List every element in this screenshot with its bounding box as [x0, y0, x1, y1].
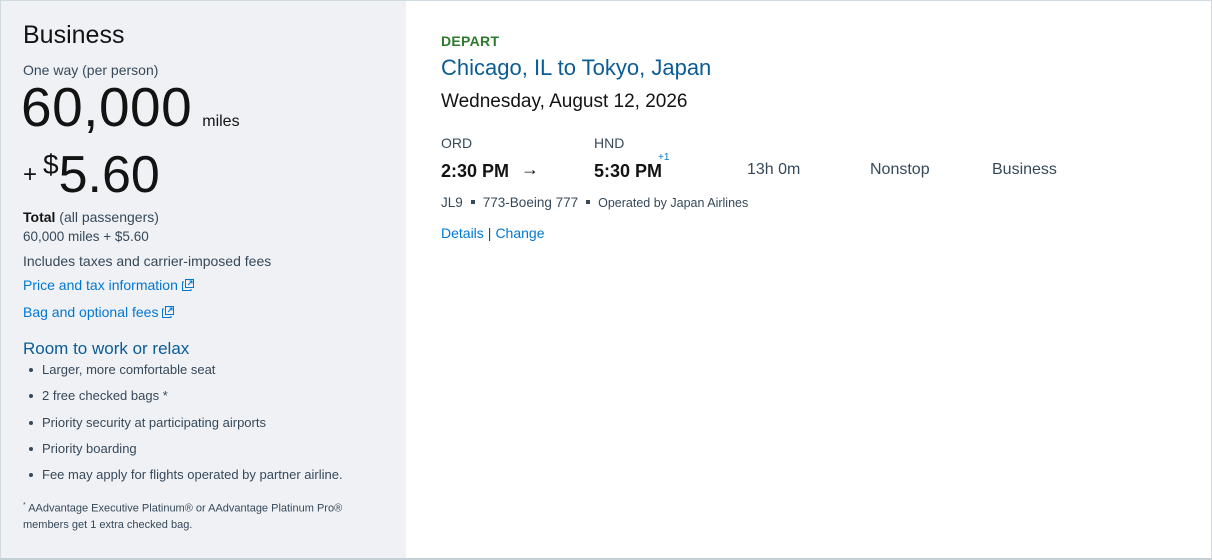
perk-item: Priority security at participating airpo… [23, 415, 343, 441]
external-link-icon [162, 306, 175, 318]
bag-fees-label: Bag and optional fees [23, 304, 159, 320]
bag-fees-link[interactable]: Bag and optional fees [23, 304, 175, 320]
arrive-time: 5:30 PM [594, 161, 663, 181]
total-value: 60,000 miles + $5.60 [23, 229, 149, 244]
change-link[interactable]: Change [495, 225, 544, 241]
flight-duration: 13h 0m [747, 161, 801, 178]
flight-cabin: Business [992, 161, 1057, 178]
perk-item: Fee may apply for flights operated by pa… [23, 467, 343, 493]
fare-summary-panel: Business One way (per person) 60,000 mile… [1, 1, 406, 558]
fare-card: Business One way (per person) 60,000 mile… [0, 0, 1212, 560]
total-label: Total (all passengers) [23, 209, 159, 225]
perk-item: Priority boarding [23, 441, 343, 467]
arrow-right-icon: → [521, 159, 539, 179]
fee-amount: 5.60 [58, 146, 160, 204]
perk-item: 2 free checked bags * [23, 388, 343, 414]
perks-title: Room to work or relax [23, 339, 190, 358]
currency-symbol: $ [43, 149, 59, 180]
footnote-star: * [23, 502, 26, 509]
flight-info-line: JL9 773-Boeing 777 Operated by Japan Airli… [441, 195, 748, 210]
fee-price: + $5.60 [23, 145, 160, 205]
aircraft-type: 773-Boeing 777 [482, 195, 579, 210]
flight-date: Wednesday, August 12, 2026 [441, 91, 688, 112]
includes-taxes-note: Includes taxes and carrier-imposed fees [23, 253, 272, 269]
price-tax-info-link[interactable]: Price and tax information [23, 277, 194, 293]
perk-item: Larger, more comfortable seat [23, 362, 343, 388]
external-link-icon [181, 279, 194, 291]
flight-details-panel: DEPART Chicago, IL to Tokyo, Japan Wedne… [406, 1, 1211, 558]
separator-square [470, 200, 475, 204]
origin-code: ORD [441, 135, 473, 151]
total-suffix: (all passengers) [59, 209, 159, 225]
direction-label: DEPART [441, 33, 500, 49]
flight-number: JL9 [441, 195, 463, 210]
miles-price: 60,000 miles [21, 75, 240, 139]
depart-time: 2:30 PM [441, 161, 510, 181]
link-separator: | [487, 225, 492, 241]
footnote-text: AAdvantage Executive Platinum® or AAdvan… [23, 502, 343, 531]
total-title: Total [23, 209, 56, 225]
plus-sign: + [23, 161, 38, 188]
details-link[interactable]: Details [441, 225, 484, 241]
operated-by: Operated by Japan Airlines [598, 196, 749, 210]
bag-footnote: * AAdvantage Executive Platinum® or AAdv… [23, 498, 383, 533]
day-offset-badge: +1 [658, 152, 670, 163]
miles-unit: miles [202, 113, 240, 130]
cabin-title: Business [23, 21, 125, 49]
route-title: Chicago, IL to Tokyo, Japan [441, 55, 712, 80]
perks-list: Larger, more comfortable seat 2 free che… [23, 362, 343, 493]
destination-code: HND [594, 135, 625, 151]
separator-square [586, 200, 591, 204]
price-tax-info-label: Price and tax information [23, 277, 178, 293]
miles-amount: 60,000 [21, 76, 193, 138]
flight-stops: Nonstop [870, 161, 930, 178]
flight-actions: Details | Change [441, 225, 544, 241]
